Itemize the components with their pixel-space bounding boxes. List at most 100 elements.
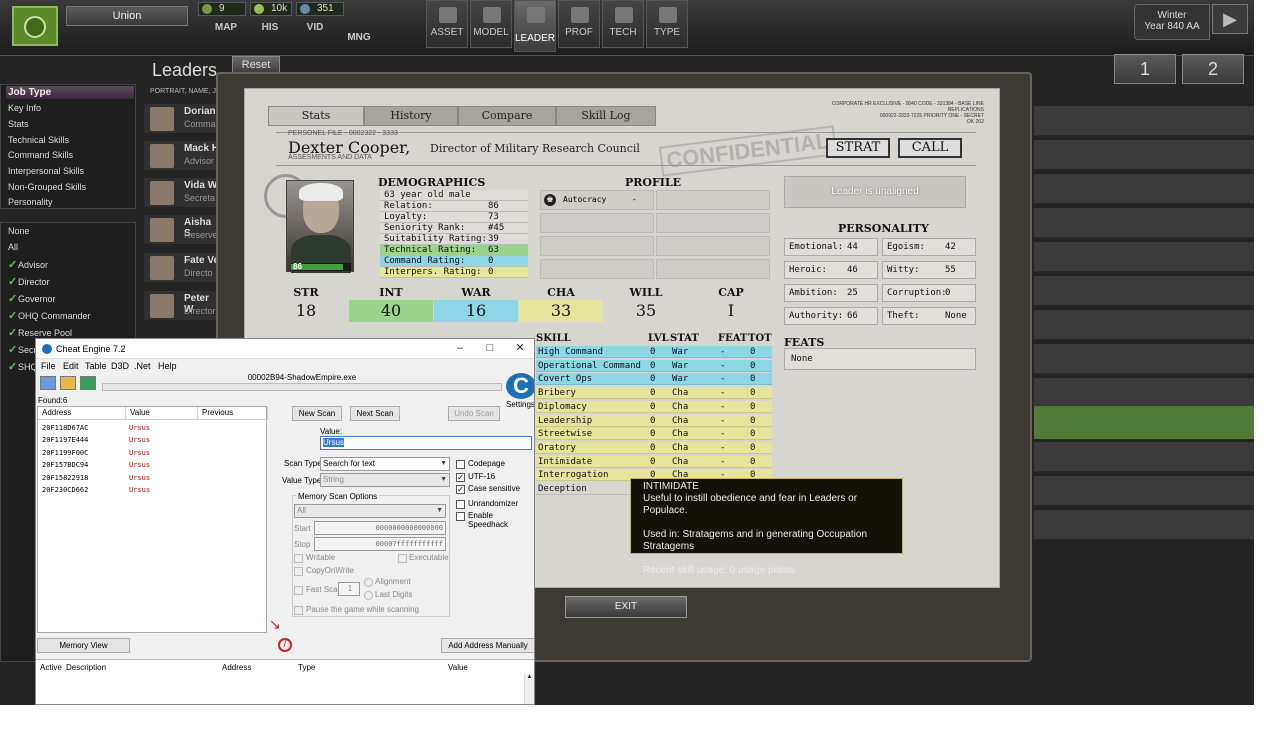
strat-button[interactable]: STRAT bbox=[826, 138, 890, 158]
filter-all[interactable]: All bbox=[8, 242, 18, 252]
filter-governor[interactable]: ✓ Governor bbox=[8, 294, 56, 305]
profile-slot[interactable] bbox=[656, 213, 770, 233]
undo-scan-button[interactable]: Undo Scan bbox=[448, 406, 500, 421]
right-list-row[interactable] bbox=[1034, 276, 1254, 306]
profile-slot[interactable] bbox=[540, 213, 654, 233]
tab-stats[interactable]: Stats bbox=[268, 106, 364, 126]
maximize-button[interactable]: □ bbox=[476, 342, 504, 356]
nav-model[interactable]: MODEL bbox=[470, 0, 512, 48]
skill-row[interactable]: Diplomacy 0 Cha - 0 bbox=[536, 400, 772, 413]
sidebar-item-key-info[interactable]: Key Info bbox=[8, 103, 41, 113]
right-list-row[interactable] bbox=[1034, 140, 1254, 170]
nav-asset[interactable]: ASSET bbox=[426, 0, 468, 48]
new-scan-button[interactable]: New Scan bbox=[292, 406, 342, 421]
end-turn-button[interactable]: ▶ bbox=[1212, 4, 1248, 34]
skill-row[interactable]: Intimidate 0 Cha - 0 bbox=[536, 455, 772, 468]
nav-leader[interactable]: LEADER bbox=[514, 0, 556, 52]
open-process-icon[interactable] bbox=[40, 376, 56, 390]
profile-slot[interactable]: ♚ Autocracy - bbox=[540, 190, 654, 210]
right-list-row[interactable] bbox=[1034, 510, 1254, 540]
sidebar-item-non-grouped-skills[interactable]: Non-Grouped Skills bbox=[8, 182, 86, 192]
memory-view-button[interactable]: Memory View bbox=[37, 638, 130, 653]
nav-type[interactable]: TYPE bbox=[646, 0, 688, 48]
col-description[interactable]: Description bbox=[66, 663, 106, 672]
open-file-icon[interactable] bbox=[60, 376, 76, 390]
executable-checkbox[interactable] bbox=[398, 554, 407, 563]
speedhack-checkbox[interactable] bbox=[456, 512, 465, 521]
leader-row[interactable]: Peter W Director bbox=[144, 291, 220, 321]
nav-tech[interactable]: TECH bbox=[602, 0, 644, 48]
page-1-button[interactable]: 1 bbox=[1114, 54, 1176, 84]
stop-address-input[interactable]: 00007fffffffffff bbox=[314, 537, 446, 551]
right-list-row-selected[interactable] bbox=[1034, 406, 1254, 440]
col-address[interactable]: Address bbox=[38, 407, 126, 420]
fast-scan-checkbox[interactable] bbox=[294, 586, 303, 595]
result-address[interactable]: 20F1197E444 bbox=[42, 436, 88, 444]
utf16-checkbox[interactable]: ✓ bbox=[456, 473, 465, 482]
tab-compare[interactable]: Compare bbox=[458, 106, 556, 126]
pointer-arrow-icon[interactable]: ↘ bbox=[269, 617, 285, 631]
next-scan-button[interactable]: Next Scan bbox=[350, 406, 400, 421]
value-input[interactable]: Ursus bbox=[320, 436, 532, 450]
filter-advisor[interactable]: ✓ Advisor bbox=[8, 260, 48, 271]
skill-row[interactable]: Operational Command 0 War - 0 bbox=[536, 359, 772, 372]
menu-file[interactable]: File bbox=[41, 361, 56, 371]
col-previous[interactable]: Previous bbox=[198, 407, 268, 420]
filter-director[interactable]: ✓ Director bbox=[8, 277, 50, 288]
stop-icon[interactable]: / bbox=[278, 638, 292, 652]
tab-history[interactable]: History bbox=[364, 106, 458, 126]
menu-help[interactable]: Help bbox=[158, 361, 177, 371]
menu-d3d[interactable]: D3D bbox=[111, 361, 129, 371]
result-address[interactable]: 20F15822918 bbox=[42, 474, 88, 482]
pause-game-checkbox[interactable] bbox=[294, 606, 303, 615]
minimize-button[interactable]: – bbox=[446, 342, 474, 356]
save-icon[interactable] bbox=[80, 376, 96, 390]
skill-row[interactable]: Bribery 0 Cha - 0 bbox=[536, 387, 772, 400]
skill-row[interactable]: Covert Ops 0 War - 0 bbox=[536, 373, 772, 386]
leader-row[interactable]: Vida W Secreta bbox=[144, 178, 220, 208]
close-button[interactable]: ✕ bbox=[506, 342, 534, 356]
filter-ohq-commander[interactable]: ✓ OHQ Commander bbox=[8, 311, 91, 322]
leader-row[interactable]: Fate Ve Directo bbox=[144, 253, 220, 283]
menu-edit[interactable]: Edit bbox=[63, 361, 79, 371]
col-table-value[interactable]: Value bbox=[448, 663, 468, 672]
sidebar-item-technical-skills[interactable]: Technical Skills bbox=[8, 135, 69, 145]
nav-his[interactable]: HIS bbox=[250, 22, 290, 33]
menu-table[interactable]: Table bbox=[85, 361, 107, 371]
memory-region-select[interactable]: All ▼ bbox=[294, 504, 446, 518]
right-list-row[interactable] bbox=[1034, 242, 1254, 272]
filter-reserve-pool[interactable]: ✓ Reserve Pool bbox=[8, 328, 72, 339]
fast-scan-input[interactable]: 1 bbox=[338, 582, 360, 596]
col-table-address[interactable]: Address bbox=[222, 663, 251, 672]
nav-prof[interactable]: PROF bbox=[558, 0, 600, 48]
result-address[interactable]: 20F230CD662 bbox=[42, 486, 88, 494]
result-address[interactable]: 20F118D67AC bbox=[42, 424, 88, 432]
case-sensitive-checkbox[interactable]: ✓ bbox=[456, 485, 465, 494]
right-list-row[interactable] bbox=[1034, 310, 1254, 340]
result-address[interactable]: 20F1199F00C bbox=[42, 449, 88, 457]
skill-row[interactable]: Oratory 0 Cha - 0 bbox=[536, 441, 772, 454]
right-list-row[interactable] bbox=[1034, 344, 1254, 374]
writable-checkbox[interactable] bbox=[294, 554, 303, 563]
scan-type-select[interactable]: Search for text ▼ bbox=[320, 457, 450, 471]
profile-slot[interactable] bbox=[540, 259, 654, 279]
profile-slot[interactable] bbox=[540, 236, 654, 256]
last-digits-radio[interactable] bbox=[364, 591, 373, 600]
menu-net[interactable]: .Net bbox=[134, 361, 151, 371]
right-list-row[interactable] bbox=[1034, 208, 1254, 238]
page-2-button[interactable]: 2 bbox=[1182, 54, 1244, 84]
profile-slot[interactable] bbox=[656, 259, 770, 279]
nav-map[interactable]: MAP bbox=[206, 22, 246, 33]
right-list-row[interactable] bbox=[1034, 378, 1254, 408]
result-value[interactable]: Ursus bbox=[129, 424, 150, 432]
filter-secretary[interactable]: ✓ Secr bbox=[8, 345, 37, 356]
add-address-button[interactable]: Add Address Manually bbox=[441, 638, 534, 653]
right-list-row[interactable] bbox=[1034, 174, 1254, 204]
right-list-row[interactable] bbox=[1034, 476, 1254, 506]
call-button[interactable]: CALL bbox=[898, 138, 962, 158]
skill-row[interactable]: High Command 0 War - 0 bbox=[536, 346, 772, 358]
profile-slot[interactable] bbox=[656, 236, 770, 256]
codepage-checkbox[interactable] bbox=[456, 460, 465, 469]
tab-skill-log[interactable]: Skill Log bbox=[556, 106, 656, 126]
exit-button[interactable]: EXIT bbox=[565, 596, 687, 618]
